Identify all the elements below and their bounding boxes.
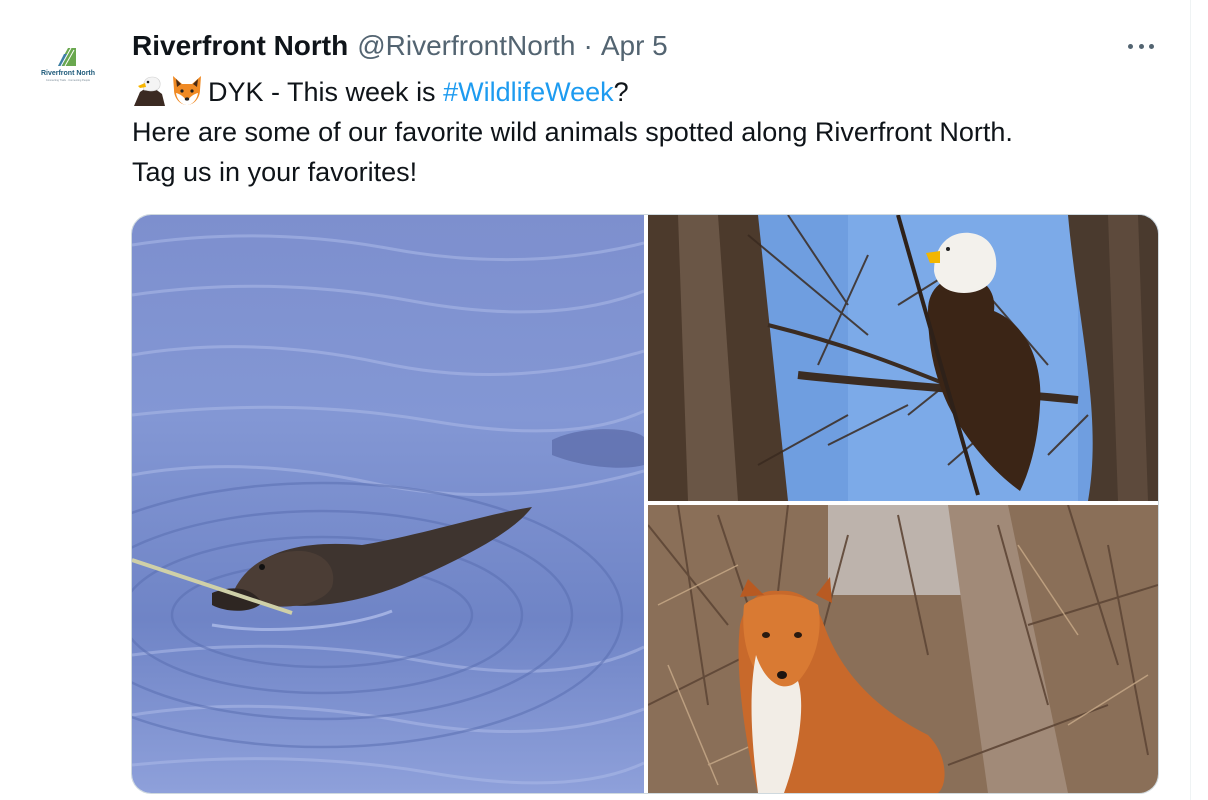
beaver-photo-image (132, 215, 644, 793)
tweet-header: Riverfront North @RiverfrontNorth · Apr … (132, 29, 668, 63)
tweet-text-intro: DYK - This week is (208, 77, 444, 107)
more-options-icon[interactable] (1124, 34, 1158, 58)
more-dot (1149, 43, 1154, 49)
author-handle[interactable]: @RiverfrontNorth (357, 30, 575, 62)
tweet-text-line-2: Here are some of our favorite wild anima… (132, 117, 1013, 147)
tweet-text: DYK - This week is #WildlifeWeek? Here a… (132, 72, 1172, 192)
more-dot (1128, 43, 1133, 49)
tweet-text-line-1: DYK - This week is #WildlifeWeek? (132, 72, 1172, 112)
avatar-logo-name: Riverfront North (40, 70, 96, 77)
media-grid (131, 214, 1159, 794)
avatar-logo-tagline: Connecting Trails · Connecting People (45, 79, 91, 82)
more-dot (1138, 43, 1144, 49)
author-name[interactable]: Riverfront North (132, 30, 348, 62)
riverfront-logo-mark-icon (58, 48, 76, 66)
tweet-text-line-3: Tag us in your favorites! (132, 157, 418, 187)
header-separator: · (583, 30, 593, 61)
eagle-emoji-icon (134, 76, 165, 106)
tweet-date[interactable]: Apr 5 (601, 30, 668, 62)
eagle-photo[interactable] (648, 215, 1158, 501)
fox-emoji-icon (173, 76, 201, 105)
timeline-divider (1190, 0, 1191, 800)
fox-photo[interactable] (648, 505, 1158, 793)
beaver-photo[interactable] (132, 215, 644, 793)
hashtag-link[interactable]: #WildlifeWeek (443, 77, 614, 107)
tweet-text-question-mark: ? (613, 77, 629, 107)
fox-photo-image (648, 505, 1158, 793)
author-avatar[interactable]: Riverfront North Connecting Trails · Con… (30, 28, 106, 104)
eagle-photo-image (648, 215, 1158, 501)
